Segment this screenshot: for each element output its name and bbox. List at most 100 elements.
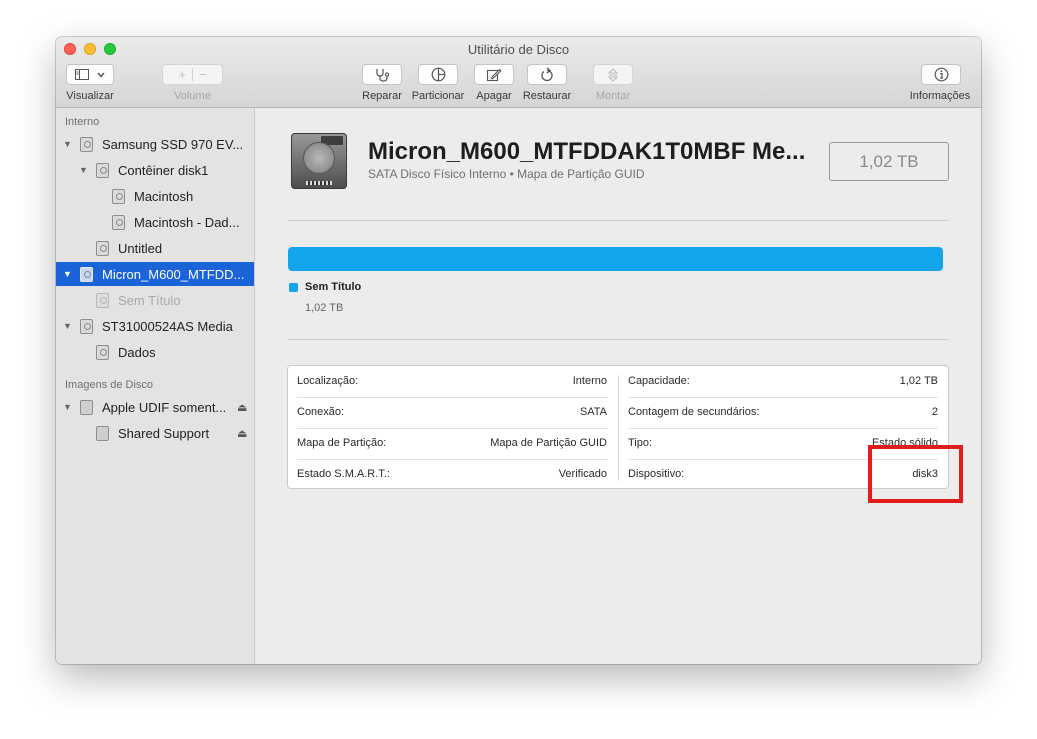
- repair-button[interactable]: [362, 64, 402, 85]
- info-value: Mapa de Partição GUID: [490, 437, 607, 449]
- disclosure-triangle-icon[interactable]: ▼: [63, 402, 72, 412]
- disk-image-icon: [80, 399, 93, 415]
- hard-drive-icon: [291, 133, 347, 189]
- disk-drive-icon: [96, 240, 109, 256]
- view-label: Visualizar: [66, 90, 114, 102]
- window-title: Utilitário de Disco: [467, 42, 570, 57]
- erase-button[interactable]: [474, 64, 514, 85]
- repair-label: Reparar: [362, 90, 402, 102]
- row-separator: [628, 428, 938, 429]
- partition-name: Sem Título: [305, 281, 362, 293]
- sidebar-item-label: Macintosh: [134, 188, 194, 204]
- info-icon: [934, 67, 948, 82]
- sidebar-item-label: Apple UDIF soment...: [102, 399, 227, 415]
- partition-size: 1,02 TB: [305, 302, 344, 314]
- info-key: Contagem de secundários:: [628, 406, 760, 418]
- row-separator: [628, 397, 938, 398]
- restore-icon: [541, 67, 553, 82]
- sidebar-item-shared-support[interactable]: Shared Support ⏏: [56, 421, 254, 445]
- info-value: Interno: [572, 375, 607, 387]
- info-key: Capacidade:: [628, 375, 690, 387]
- divider: [287, 220, 949, 221]
- capacity-badge: 1,02 TB: [829, 142, 949, 181]
- disk-drive-icon: [96, 292, 109, 308]
- eject-icon[interactable]: ⏏: [237, 401, 247, 414]
- view-button[interactable]: [66, 64, 114, 85]
- remove-volume-button[interactable]: −: [199, 67, 207, 82]
- row-separator: [297, 397, 608, 398]
- disk-utility-window: Utilitário de Disco Visualizar + − Volum…: [56, 37, 981, 664]
- sidebar-item-label: Dados: [118, 344, 156, 360]
- info-key: Mapa de Partição:: [297, 437, 387, 449]
- highlight-annotation-box: [868, 445, 963, 503]
- divider: [287, 339, 949, 340]
- sidebar-item-label: Shared Support: [118, 425, 210, 441]
- info-value: SATA: [579, 406, 607, 418]
- erase-label: Apagar: [476, 90, 512, 102]
- column-separator: [618, 375, 619, 481]
- disclosure-triangle-icon[interactable]: ▼: [79, 165, 88, 175]
- usage-bar-fill: [288, 247, 943, 271]
- title-bar: Utilitário de Disco Visualizar + − Volum…: [56, 37, 981, 108]
- sidebar-section-disk-images: Imagens de Disco: [65, 379, 154, 391]
- add-volume-button[interactable]: +: [178, 67, 186, 82]
- partition-button[interactable]: [418, 64, 458, 85]
- sidebar-item-samsung-ssd[interactable]: ▼ Samsung SSD 970 EV...: [56, 132, 254, 156]
- sidebar-item-sem-titulo[interactable]: Sem Título: [56, 288, 254, 312]
- disk-image-icon: [96, 425, 109, 441]
- sidebar-item-untitled[interactable]: Untitled: [56, 236, 254, 260]
- info-key: Estado S.M.A.R.T.:: [297, 468, 390, 480]
- info-key: Localização:: [297, 375, 359, 387]
- sidebar-item-micron[interactable]: ▼ Micron_M600_MTFDD...: [56, 262, 254, 286]
- disclosure-triangle-icon[interactable]: ▼: [63, 139, 72, 149]
- disk-drive-icon: [96, 162, 109, 178]
- stethoscope-icon: [376, 68, 390, 82]
- mount-button[interactable]: [593, 64, 633, 85]
- restore-button[interactable]: [527, 64, 567, 85]
- disk-drive-icon: [96, 344, 109, 360]
- volume-label: Volume: [174, 90, 211, 102]
- segment-divider: [192, 68, 193, 81]
- sidebar-item-apple-udif[interactable]: ▼ Apple UDIF soment... ⏏: [56, 395, 254, 419]
- drive-platter: [303, 142, 335, 174]
- erase-icon: [486, 68, 502, 81]
- disclosure-triangle-icon[interactable]: ▼: [63, 269, 72, 279]
- disclosure-triangle-icon[interactable]: ▼: [63, 321, 72, 331]
- sidebar-section-internal: Interno: [65, 116, 100, 128]
- disk-drive-icon: [80, 136, 93, 152]
- mount-label: Montar: [595, 90, 631, 102]
- usage-bar: [288, 247, 943, 271]
- sidebar-item-container-disk1[interactable]: ▼ Contêiner disk1: [56, 158, 254, 182]
- sidebar-item-label: Untitled: [118, 240, 163, 256]
- disk-drive-icon: [112, 214, 125, 230]
- disk-subtitle: SATA Disco Físico Interno • Mapa de Part…: [368, 167, 645, 181]
- eject-icon[interactable]: ⏏: [237, 427, 247, 440]
- info-key: Tipo:: [628, 437, 653, 449]
- info-key: Dispositivo:: [628, 468, 685, 480]
- sidebar-item-macintosh[interactable]: Macintosh: [56, 184, 254, 208]
- info-value: Verificado: [558, 468, 607, 480]
- disk-drive-icon: [80, 266, 93, 282]
- row-separator: [297, 459, 608, 460]
- info-button[interactable]: [921, 64, 961, 85]
- main-content: Micron_M600_MTFDDAK1T0MBF Me... SATA Dis…: [255, 108, 981, 664]
- volume-segmented-control[interactable]: + −: [162, 64, 223, 85]
- partition-label: Particionar: [411, 90, 465, 102]
- row-separator: [297, 428, 608, 429]
- sidebar-item-st31000524as[interactable]: ▼ ST31000524AS Media: [56, 314, 254, 338]
- disk-drive-icon: [80, 318, 93, 334]
- sidebar-item-label: Macintosh - Dad...: [134, 214, 240, 230]
- disk-drive-icon: [112, 188, 125, 204]
- sidebar: Interno ▼ Samsung SSD 970 EV... ▼ Contêi…: [56, 108, 255, 664]
- sidebar-item-label: Micron_M600_MTFDD...: [102, 266, 245, 282]
- disk-title: Micron_M600_MTFDDAK1T0MBF Me...: [368, 138, 806, 165]
- sidebar-item-dados[interactable]: Dados: [56, 340, 254, 364]
- disk-info-table: Localização: Interno Capacidade: 1,02 TB…: [287, 365, 949, 489]
- sidebar-item-label: Contêiner disk1: [118, 162, 209, 178]
- info-key: Conexão:: [297, 406, 345, 418]
- sidebar-item-label: Sem Título: [118, 292, 181, 308]
- info-value: 1,02 TB: [899, 375, 938, 387]
- mount-icon: [607, 67, 619, 82]
- sidebar-item-macintosh-data[interactable]: Macintosh - Dad...: [56, 210, 254, 234]
- sidebar-view-icon: [75, 68, 89, 80]
